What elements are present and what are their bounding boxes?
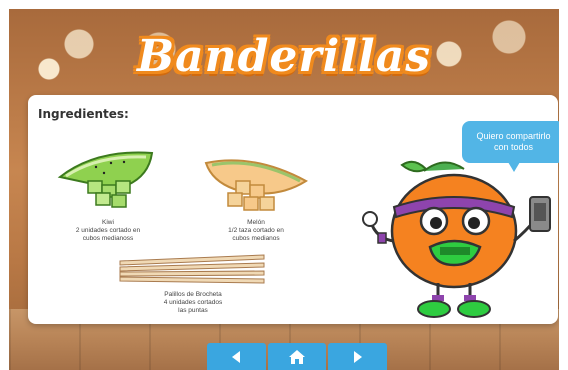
ingredients-card: Ingredientes: Kiwi 2 unidades cortado en… <box>28 95 559 324</box>
melon-detail: 1/2 taza cortado en <box>228 227 284 234</box>
page-title: Banderillas <box>136 31 432 82</box>
orange-mascot <box>362 160 551 318</box>
kiwi-detail: 2 unidades cortado en <box>75 227 141 234</box>
arrow-left-icon <box>232 350 241 363</box>
speech-bubble-text: Quiero compartirlo con todos <box>476 131 551 152</box>
melon-detail: cubos medianos <box>232 235 280 242</box>
melon-name: Melón <box>247 219 265 226</box>
skewer-sticks-illustration <box>119 254 265 284</box>
skewer-detail: 4 unidades cortados <box>163 299 223 306</box>
previous-button[interactable] <box>207 343 266 370</box>
skewer-name: Palillos de Brocheta <box>164 291 222 298</box>
home-button[interactable] <box>267 343 327 370</box>
kiwi-detail: cubos medianoss <box>82 235 134 242</box>
arrow-right-icon <box>353 350 362 363</box>
scene-background: Banderillas Ingredientes: Kiwi 2 unidade… <box>9 9 559 370</box>
skewer-caption: Palillos de Brocheta 4 unidades cortados… <box>143 291 243 315</box>
kiwi-name: Kiwi <box>102 219 114 226</box>
navigation-bar <box>207 343 388 370</box>
melon-caption: Melón 1/2 taza cortado en cubos medianos <box>206 219 306 243</box>
kiwi-illustration <box>57 151 154 208</box>
skewer-detail: las puntas <box>178 307 208 314</box>
melon-illustration <box>204 159 308 211</box>
kiwi-caption: Kiwi 2 unidades cortado en cubos mediano… <box>58 219 158 243</box>
ingredients-heading: Ingredientes: <box>38 107 129 121</box>
home-icon <box>289 349 305 364</box>
next-button[interactable] <box>328 343 388 370</box>
